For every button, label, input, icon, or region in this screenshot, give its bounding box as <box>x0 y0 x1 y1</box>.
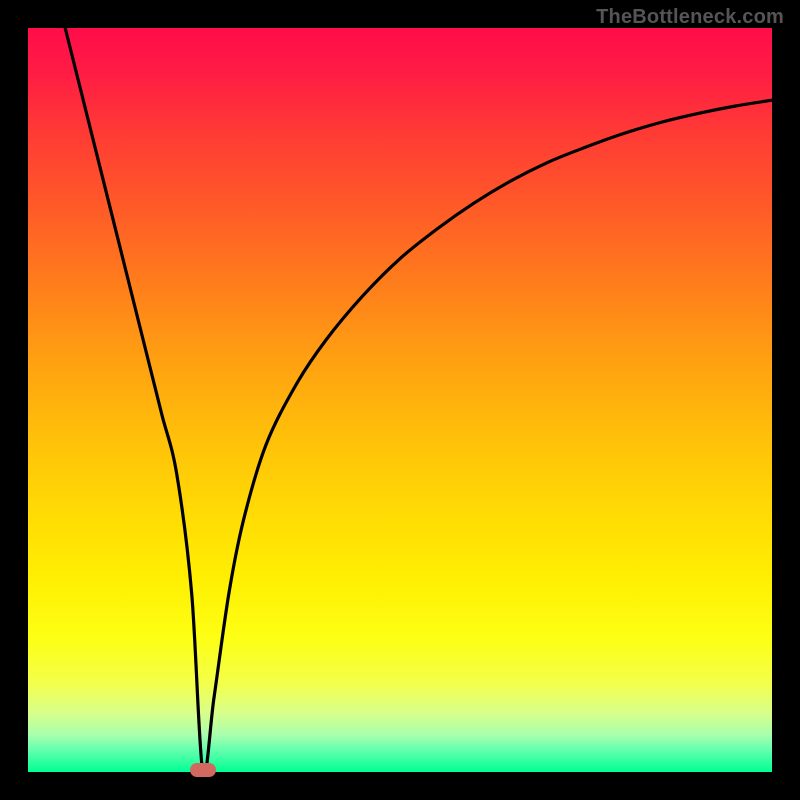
plot-area <box>28 28 772 772</box>
outer-frame: TheBottleneck.com <box>0 0 800 800</box>
curve-svg <box>28 28 772 772</box>
watermark-text: TheBottleneck.com <box>596 6 784 29</box>
bottleneck-curve <box>65 28 772 772</box>
optimal-marker <box>190 763 216 777</box>
